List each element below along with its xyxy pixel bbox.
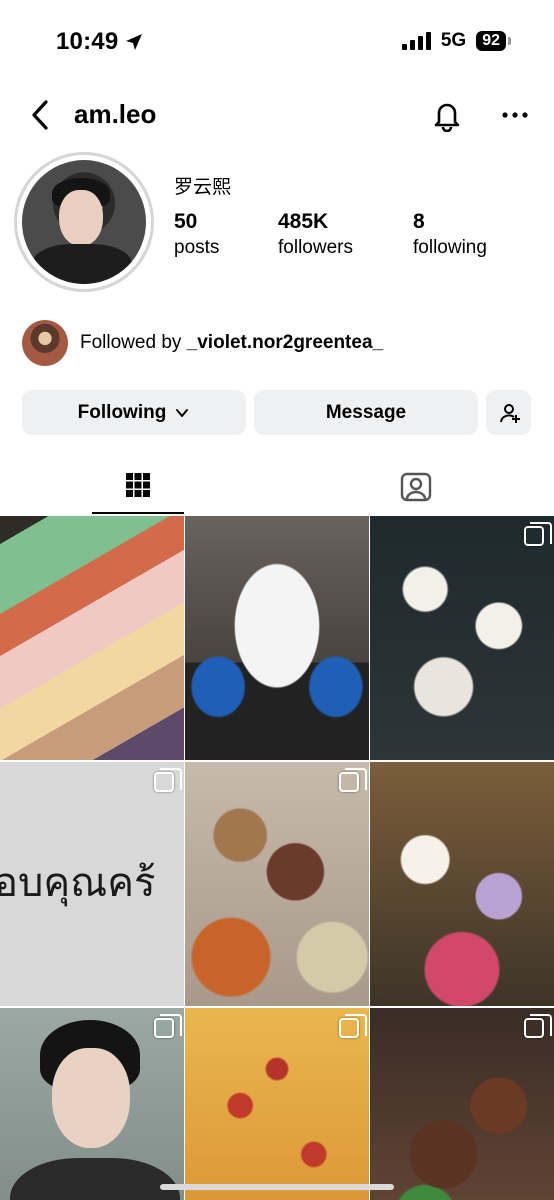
followed-by-text: Followed by _violet.nor2greentea_ (80, 332, 383, 354)
post-thumbnail[interactable] (185, 762, 369, 1006)
bell-icon[interactable] (430, 98, 464, 132)
add-user-icon (499, 403, 520, 423)
post-thumbnail[interactable] (0, 1008, 184, 1200)
stat-posts-value: 50 (174, 210, 198, 233)
add-user-button[interactable] (486, 390, 531, 435)
tab-tagged[interactable] (370, 458, 462, 514)
grid-icon (126, 473, 150, 497)
post-person-body (10, 1158, 180, 1200)
profile-header: am.leo (0, 90, 554, 140)
stat-following-value: 8 (413, 210, 425, 233)
followed-by-prefix: Followed by (80, 332, 187, 353)
signal-icon (401, 32, 431, 50)
message-button-label: Message (325, 401, 407, 423)
status-time-text: 10:49 (56, 28, 119, 55)
avatar-face (59, 190, 103, 246)
status-bar: 10:49 5G 92 (0, 0, 554, 80)
carousel-multi-icon (524, 1014, 552, 1038)
display-name: 罗云熙 (174, 176, 232, 198)
followed-by-user[interactable]: _violet.nor2greentea_ (187, 332, 383, 353)
post-thumbnail[interactable] (185, 516, 369, 760)
carousel-multi-icon (154, 1014, 182, 1038)
stat-followers-value: 485K (278, 210, 329, 233)
avatar-image (22, 160, 146, 284)
tagged-person-icon (400, 472, 432, 502)
status-indicators: 5G 92 (401, 30, 511, 52)
location-arrow-icon (126, 34, 143, 50)
page-title: am.leo (74, 99, 157, 129)
stat-followers[interactable]: 485K followers (278, 210, 353, 259)
stat-posts[interactable]: 50 posts (174, 210, 219, 259)
tab-posts-grid[interactable] (92, 458, 184, 514)
post-thumbnail[interactable] (370, 1008, 554, 1200)
post-person-face (52, 1048, 130, 1148)
post-thumbnail[interactable] (370, 762, 554, 1006)
more-icon[interactable] (500, 100, 530, 130)
profile-tabs (0, 458, 554, 514)
post-thumbnail[interactable] (0, 516, 184, 760)
status-time: 10:49 (56, 28, 144, 56)
battery-icon: 92 (476, 31, 511, 51)
stat-following[interactable]: 8 following (413, 210, 487, 259)
stat-following-label: following (413, 237, 487, 258)
carousel-multi-icon (154, 768, 182, 792)
following-button[interactable]: Following (22, 390, 246, 435)
profile-actions: Following Message (22, 390, 531, 435)
followed-by[interactable]: Followed by _violet.nor2greentea_ (22, 320, 383, 366)
post-thumbnail[interactable]: อบคุณคร้ (0, 762, 184, 1006)
post-thumbnail[interactable] (370, 516, 554, 760)
stat-posts-label: posts (174, 237, 220, 258)
carousel-multi-icon (339, 1014, 367, 1038)
post-thumbnail[interactable] (185, 1008, 369, 1200)
carousel-multi-icon (524, 522, 552, 546)
posts-grid: อบคุณคร้ (0, 516, 554, 1200)
chevron-down-icon (176, 408, 189, 417)
message-button[interactable]: Message (254, 390, 478, 435)
avatar-body (32, 244, 132, 284)
stat-followers-label: followers (278, 237, 353, 258)
post-text: อบคุณคร้ (0, 860, 156, 906)
following-button-label: Following (77, 401, 167, 423)
profile-avatar[interactable] (14, 152, 154, 292)
home-indicator[interactable] (160, 1184, 394, 1190)
network-type: 5G (440, 30, 467, 51)
back-icon[interactable] (26, 98, 56, 132)
followed-by-avatar (22, 320, 68, 366)
carousel-multi-icon (339, 768, 367, 792)
